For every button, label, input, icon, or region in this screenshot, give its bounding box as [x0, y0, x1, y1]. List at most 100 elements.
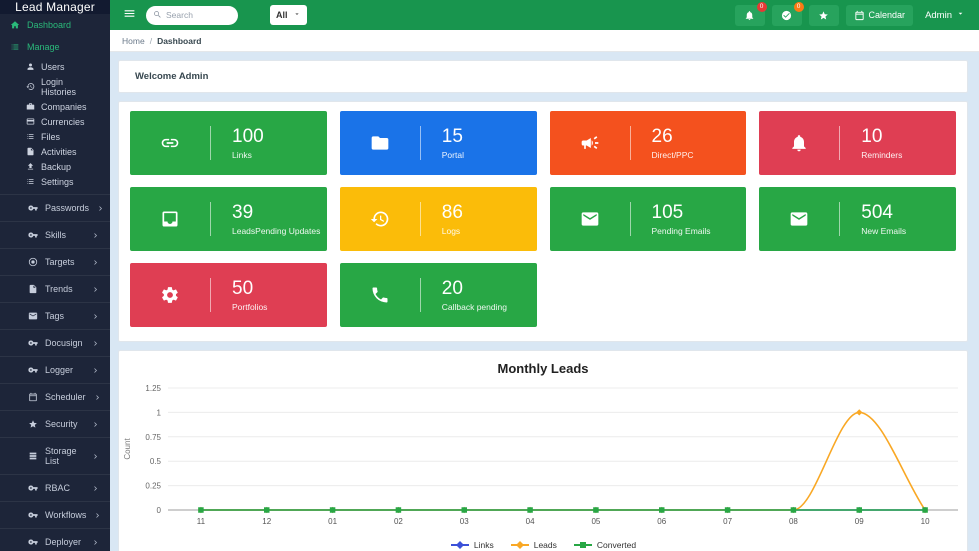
stat-card-callback-pending[interactable]: 20Callback pending: [340, 263, 537, 327]
sidebar-item-tags[interactable]: Tags: [0, 303, 110, 329]
list-icon: [10, 42, 20, 52]
stat-card-portfolios[interactable]: 50Portfolios: [130, 263, 327, 327]
check-circle-icon: [781, 10, 792, 21]
stat-card-reminders[interactable]: 10Reminders: [759, 111, 956, 175]
legend-item-leads[interactable]: Leads: [510, 540, 557, 550]
sidebar-item-files[interactable]: Files: [0, 129, 110, 144]
sidebar-item-label: Backup: [41, 162, 71, 172]
sidebar-item-label: Companies: [41, 102, 87, 112]
admin-menu-label: Admin: [925, 10, 952, 21]
stat-card-portal[interactable]: 15Portal: [340, 111, 537, 175]
sidebar-item-security[interactable]: Security: [0, 411, 110, 437]
stat-card-links[interactable]: 100Links: [130, 111, 327, 175]
sidebar-item-trends[interactable]: Trends: [0, 276, 110, 302]
svg-text:07: 07: [723, 517, 732, 526]
stat-label: Portfolios: [232, 302, 267, 312]
sidebar-item-storage-list[interactable]: Storage List: [0, 438, 110, 474]
chevron-right-icon: [91, 339, 100, 348]
sidebar-item-targets[interactable]: Targets: [0, 249, 110, 275]
breadcrumb-home-link[interactable]: Home: [122, 36, 145, 46]
svg-text:01: 01: [328, 517, 337, 526]
key-icon: [28, 203, 38, 213]
sidebar-item-docusign[interactable]: Docusign: [0, 330, 110, 356]
sidebar-item-label: Passwords: [45, 203, 89, 213]
topbar-actions: 00 Calendar: [735, 5, 914, 26]
sidebar-item-rbac[interactable]: RBAC: [0, 475, 110, 501]
sidebar-toggle-button[interactable]: [120, 6, 138, 24]
sidebar-item-label: Scheduler: [45, 392, 86, 402]
sidebar-item-label: Activities: [41, 147, 77, 157]
sidebar-item-label: Files: [41, 132, 60, 142]
notifications-button[interactable]: 0: [735, 5, 765, 26]
stat-value: 10: [861, 127, 902, 147]
stat-label: Pending Emails: [652, 226, 711, 236]
chevron-right-icon: [91, 285, 100, 294]
list-icon: [26, 177, 35, 186]
favorites-button[interactable]: [809, 5, 839, 26]
sidebar-item-label: Manage: [27, 42, 93, 52]
chevron-right-icon: [91, 538, 100, 547]
sidebar-item-manage[interactable]: Manage: [0, 36, 110, 58]
sidebar-item-skills[interactable]: Skills: [0, 222, 110, 248]
chart-svg: 00.250.50.7511.2511120102030405060708091…: [120, 380, 966, 538]
search-input[interactable]: [166, 10, 231, 20]
sidebar-item-deployer[interactable]: Deployer: [0, 529, 110, 551]
calendar-button[interactable]: Calendar: [846, 5, 914, 26]
key-icon: [28, 338, 38, 348]
menu-icon: [123, 8, 136, 23]
sidebar-item-login-histories[interactable]: Login Histories: [0, 74, 110, 99]
chevron-down-icon: [293, 10, 301, 20]
admin-menu-button[interactable]: Admin: [921, 9, 969, 21]
filter-select[interactable]: All: [270, 5, 307, 25]
stat-card-direct-ppc[interactable]: 26 Direct/PPC: [550, 111, 747, 175]
folder-icon: [340, 133, 420, 153]
chevron-right-icon: [93, 393, 102, 402]
sidebar-item-companies[interactable]: Companies: [0, 99, 110, 114]
stat-card-logs[interactable]: 86Logs: [340, 187, 537, 251]
sidebar-item-label: Users: [41, 62, 65, 72]
stat-label: Direct/PPC: [652, 150, 694, 160]
svg-text:0.5: 0.5: [150, 457, 162, 466]
chevron-right-icon: [91, 231, 100, 240]
legend-marker-diamond: [450, 540, 470, 550]
svg-text:1.25: 1.25: [145, 384, 161, 393]
search-icon: [153, 6, 162, 24]
key-icon: [28, 510, 38, 520]
sidebar-item-activities[interactable]: Activities: [0, 144, 110, 159]
svg-text:12: 12: [262, 517, 271, 526]
stat-card-leadspending-updates[interactable]: 39LeadsPending Updates: [130, 187, 327, 251]
stat-card-pending-emails[interactable]: 105Pending Emails: [550, 187, 747, 251]
user-icon: [26, 62, 35, 71]
sidebar-item-workflows[interactable]: Workflows: [0, 502, 110, 528]
stat-label: LeadsPending Updates: [232, 226, 320, 236]
svg-text:03: 03: [460, 517, 469, 526]
sidebar: Lead Manager DashboardManageUsersLogin H…: [0, 0, 110, 551]
sidebar-item-currencies[interactable]: Currencies: [0, 114, 110, 129]
mail-icon: [28, 311, 38, 321]
tasks-button[interactable]: 0: [772, 5, 802, 26]
chevron-right-icon: [91, 312, 100, 321]
sidebar-item-backup[interactable]: Backup: [0, 159, 110, 174]
chart-title: Monthly Leads: [119, 361, 967, 376]
sidebar-item-passwords[interactable]: Passwords: [0, 195, 110, 221]
sidebar-item-logger[interactable]: Logger: [0, 357, 110, 383]
sidebar-item-users[interactable]: Users: [0, 59, 110, 74]
stat-value: 504: [861, 203, 906, 223]
sidebar-item-scheduler[interactable]: Scheduler: [0, 384, 110, 410]
sidebar-item-label: Settings: [41, 177, 74, 187]
megaphone-icon: [550, 133, 630, 153]
stats-panel: 100Links15Portal 26 Direct/PPC 10Reminders 3…: [118, 101, 968, 342]
sidebar-item-dashboard[interactable]: Dashboard: [0, 14, 110, 36]
legend-item-converted[interactable]: Converted: [573, 540, 636, 550]
svg-text:11: 11: [197, 517, 206, 526]
monthly-leads-panel: Monthly Leads 00.250.50.7511.25111201020…: [118, 350, 968, 551]
svg-text:10: 10: [921, 517, 930, 526]
sidebar-item-label: Tags: [45, 311, 84, 321]
sidebar-item-label: Currencies: [41, 117, 85, 127]
legend-item-links[interactable]: Links: [450, 540, 494, 550]
sidebar-item-settings[interactable]: Settings: [0, 174, 110, 189]
stat-value: 20: [442, 279, 507, 299]
stat-value: 26: [652, 127, 694, 147]
stat-card-new-emails[interactable]: 504New Emails: [759, 187, 956, 251]
sidebar-item-label: Deployer: [45, 537, 84, 547]
